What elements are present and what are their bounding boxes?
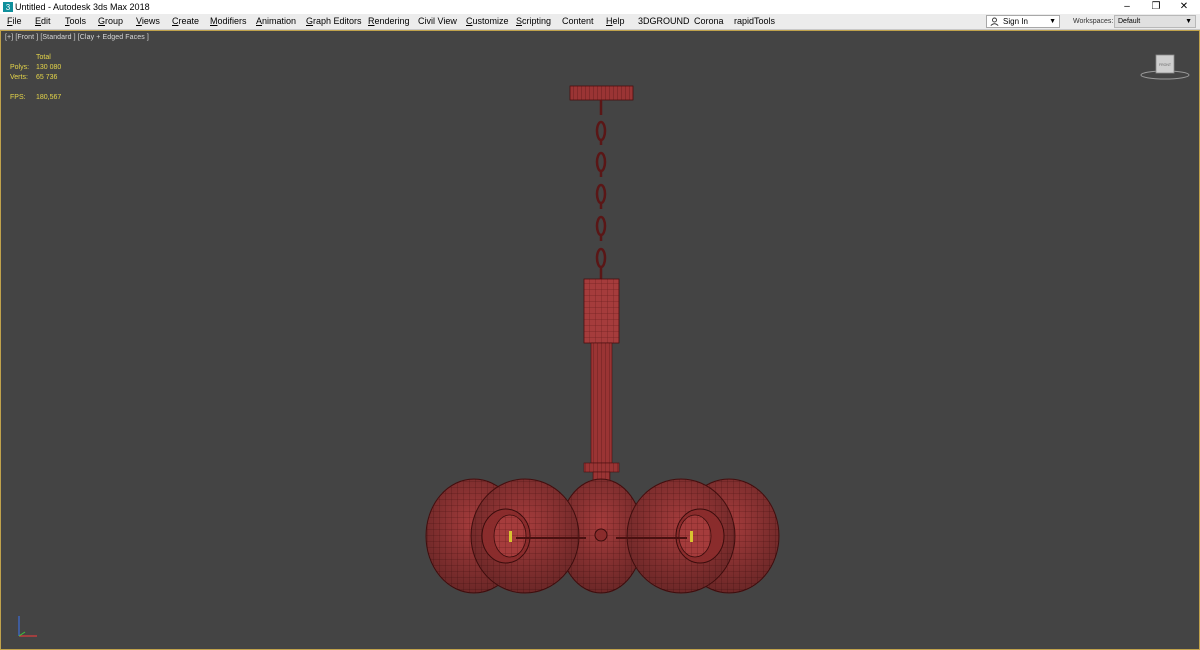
chain (595, 100, 607, 279)
menu-animation[interactable]: Animation (256, 14, 296, 29)
close-button[interactable]: ✕ (1170, 0, 1198, 14)
fps-label: FPS: (10, 94, 26, 101)
user-icon (990, 17, 999, 26)
verts-value: 65 736 (36, 74, 58, 81)
menu-rendering[interactable]: Rendering (368, 14, 410, 29)
menu-group[interactable]: Group (98, 14, 123, 29)
upper-cylinder (583, 278, 620, 344)
viewport-label[interactable]: [+] [Front ] [Standard ] [Clay + Edged F… (5, 34, 149, 41)
chevron-down-icon: ▼ (1185, 18, 1192, 25)
chandelier-model[interactable] (1, 31, 1199, 649)
minimize-button[interactable]: – (1113, 0, 1141, 14)
window-title: Untitled - Autodesk 3ds Max 2018 (15, 2, 150, 12)
menu-rapidtools[interactable]: rapidTools (734, 14, 775, 29)
sign-in-dropdown[interactable]: Sign In ▼ (986, 15, 1060, 28)
title-bar: 3 Untitled - Autodesk 3ds Max 2018 – ❐ ✕ (0, 0, 1200, 14)
viewcube-face-label: FRONT (1159, 63, 1172, 67)
workspaces-select[interactable]: Default ▼ (1114, 15, 1196, 28)
fps-value: 180,567 (36, 94, 62, 101)
menu-help[interactable]: Help (606, 14, 625, 29)
axis-tripod-icon (18, 616, 37, 637)
workspaces-value: Default (1118, 18, 1141, 25)
menu-create[interactable]: Create (172, 14, 199, 29)
workspaces-label: Workspaces: (1073, 18, 1114, 25)
menu-modifiers[interactable]: Modifiers (210, 14, 247, 29)
polys-value: 130 080 (36, 64, 62, 71)
menu-file[interactable]: File (7, 14, 22, 29)
stats-header: Total (36, 54, 51, 61)
svg-text:3: 3 (6, 3, 11, 12)
front-viewport[interactable]: [+] [Front ] [Standard ] [Clay + Edged F… (0, 30, 1200, 650)
menu-graph-editors[interactable]: Graph Editors (306, 14, 362, 29)
restore-button[interactable]: ❐ (1142, 0, 1170, 14)
menu-customize[interactable]: Customize (466, 14, 509, 29)
menu-civil-view[interactable]: Civil View (418, 14, 457, 29)
collar (583, 462, 620, 473)
menu-edit[interactable]: Edit (35, 14, 51, 29)
menu-3dground[interactable]: 3DGROUND (638, 14, 690, 29)
menu-corona[interactable]: Corona (694, 14, 724, 29)
chevron-down-icon: ▼ (1049, 18, 1056, 25)
app-icon: 3 (3, 2, 13, 12)
menu-views[interactable]: Views (136, 14, 160, 29)
globe-group (425, 478, 780, 594)
menu-bar: File Edit Tools Group Views Create Modif… (0, 14, 1200, 30)
stem (590, 342, 613, 464)
sign-in-label: Sign In (1003, 17, 1028, 26)
verts-label: Verts: (10, 74, 28, 81)
polys-label: Polys: (10, 64, 30, 71)
menu-content[interactable]: Content (562, 14, 594, 29)
viewcube-icon[interactable]: FRONT (1139, 51, 1191, 81)
menu-scripting[interactable]: Scripting (516, 14, 551, 29)
canopy (569, 85, 634, 101)
menu-tools[interactable]: Tools (65, 14, 86, 29)
